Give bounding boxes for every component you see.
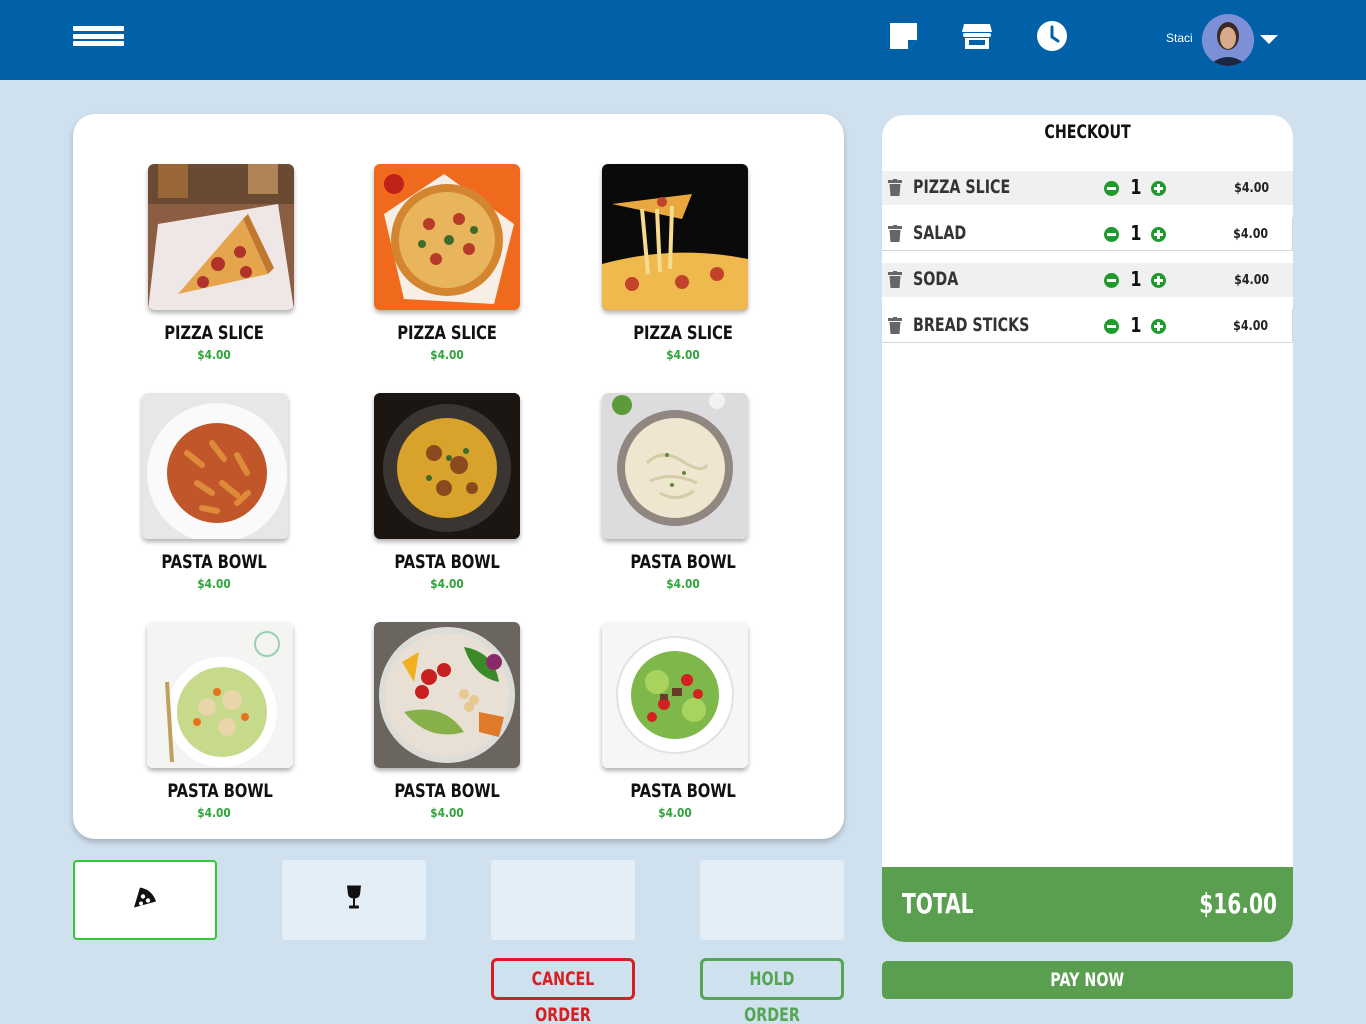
cancel-order-label: CANCEL ORDER — [531, 968, 595, 1024]
total-bar: TOTAL $16.00 — [882, 867, 1293, 942]
order-item-name: BREAD STICKS — [913, 314, 1030, 336]
trash-icon[interactable] — [888, 225, 902, 247]
item-price: $4.00 — [658, 806, 692, 820]
store-icon[interactable] — [961, 20, 993, 52]
order-item-name: PIZZA SLICE — [913, 176, 1011, 198]
category-drinks-button[interactable] — [282, 860, 426, 940]
alfredo-photo — [602, 393, 748, 539]
menu-item[interactable]: PASTA BOWL $4.00 — [114, 393, 314, 608]
decrease-quantity-button[interactable] — [1104, 273, 1119, 288]
total-label: TOTAL — [902, 887, 974, 920]
cancel-order-button[interactable]: CANCEL ORDER — [491, 958, 635, 1024]
veggie-bowl-photo — [374, 622, 520, 768]
increase-quantity-button[interactable] — [1151, 181, 1166, 196]
order-row: SODA 1 $4.00 — [882, 263, 1293, 297]
pappardelle-photo — [374, 393, 520, 539]
item-name: PIZZA SLICE — [397, 322, 497, 344]
item-name: PASTA BOWL — [394, 551, 500, 573]
menu-item[interactable]: PASTA BOWL $4.00 — [583, 622, 783, 837]
pay-now-label: PAY NOW — [1050, 969, 1125, 991]
pizza-slice-photo — [148, 164, 294, 310]
total-value: $16.00 — [1199, 887, 1277, 920]
item-name: PASTA BOWL — [630, 780, 736, 802]
item-name: PASTA BOWL — [630, 551, 736, 573]
trash-icon[interactable] — [888, 179, 902, 201]
order-item-quantity: 1 — [1130, 221, 1142, 245]
category-button-empty[interactable] — [700, 860, 844, 940]
menu-icon[interactable] — [73, 26, 124, 46]
caesar-salad-photo — [147, 622, 293, 768]
item-price: $4.00 — [430, 577, 464, 591]
menu-item[interactable]: PIZZA SLICE $4.00 — [347, 164, 547, 379]
checkout-title: CHECKOUT — [1044, 121, 1131, 143]
wine-glass-icon — [346, 885, 362, 915]
avatar[interactable] — [1202, 14, 1254, 66]
user-name: Staci — [1166, 31, 1193, 45]
item-name: PIZZA SLICE — [164, 322, 264, 344]
whole-pizza-photo — [374, 164, 520, 310]
order-item-name: SODA — [913, 268, 959, 290]
item-price: $4.00 — [197, 577, 231, 591]
decrease-quantity-button[interactable] — [1104, 227, 1119, 242]
order-item-price: $4.00 — [1234, 273, 1269, 288]
order-item-name: SALAD — [913, 222, 967, 244]
order-item-price: $4.00 — [1233, 319, 1268, 334]
item-price: $4.00 — [430, 806, 464, 820]
pizza-icon — [132, 886, 158, 915]
menu-item[interactable]: PASTA BOWL $4.00 — [120, 622, 320, 837]
pay-now-button[interactable]: PAY NOW — [882, 961, 1293, 999]
order-item-price: $4.00 — [1233, 227, 1268, 242]
order-item-price: $4.00 — [1234, 181, 1269, 196]
item-name: PASTA BOWL — [394, 780, 500, 802]
order-row: SALAD 1 $4.00 — [882, 217, 1293, 251]
increase-quantity-button[interactable] — [1151, 273, 1166, 288]
menu-item[interactable]: PASTA BOWL $4.00 — [347, 622, 547, 837]
note-icon[interactable] — [888, 20, 920, 52]
increase-quantity-button[interactable] — [1151, 227, 1166, 242]
hold-order-label: HOLD ORDER — [744, 968, 800, 1024]
order-row: PIZZA SLICE 1 $4.00 — [882, 171, 1293, 205]
trash-icon[interactable] — [888, 317, 902, 339]
item-price: $4.00 — [197, 806, 231, 820]
category-pizza-button[interactable] — [73, 860, 217, 940]
top-bar: Staci — [0, 0, 1366, 80]
decrease-quantity-button[interactable] — [1104, 319, 1119, 334]
item-name: PASTA BOWL — [167, 780, 273, 802]
item-name: PASTA BOWL — [161, 551, 267, 573]
item-price: $4.00 — [666, 577, 700, 591]
order-item-quantity: 1 — [1130, 313, 1142, 337]
menu-panel: PIZZA SLICE $4.00 PIZZA SLICE $4.00 PIZZ… — [73, 114, 844, 839]
menu-item[interactable]: PIZZA SLICE $4.00 — [120, 164, 320, 379]
order-item-quantity: 1 — [1130, 267, 1142, 291]
penne-photo — [142, 393, 288, 539]
item-price: $4.00 — [430, 348, 464, 362]
increase-quantity-button[interactable] — [1151, 319, 1166, 334]
menu-item[interactable]: PASTA BOWL $4.00 — [347, 393, 547, 608]
item-price: $4.00 — [197, 348, 231, 362]
trash-icon[interactable] — [888, 271, 902, 293]
hold-order-button[interactable]: HOLD ORDER — [700, 958, 844, 1024]
checkout-panel: CHECKOUT PIZZA SLICE 1 $4.00 SALAD 1 $4.… — [882, 115, 1293, 942]
order-item-quantity: 1 — [1130, 175, 1142, 199]
item-name: PIZZA SLICE — [633, 322, 733, 344]
cheese-pull-pizza-photo — [602, 164, 748, 310]
chevron-down-icon[interactable] — [1260, 35, 1278, 44]
clock-icon[interactable] — [1036, 20, 1068, 52]
category-button-empty[interactable] — [491, 860, 635, 940]
order-row: BREAD STICKS 1 $4.00 — [882, 309, 1293, 343]
decrease-quantity-button[interactable] — [1104, 181, 1119, 196]
menu-item[interactable]: PASTA BOWL $4.00 — [583, 393, 783, 608]
garden-salad-photo — [602, 622, 748, 768]
item-price: $4.00 — [666, 348, 700, 362]
menu-item[interactable]: PIZZA SLICE $4.00 — [583, 164, 783, 379]
